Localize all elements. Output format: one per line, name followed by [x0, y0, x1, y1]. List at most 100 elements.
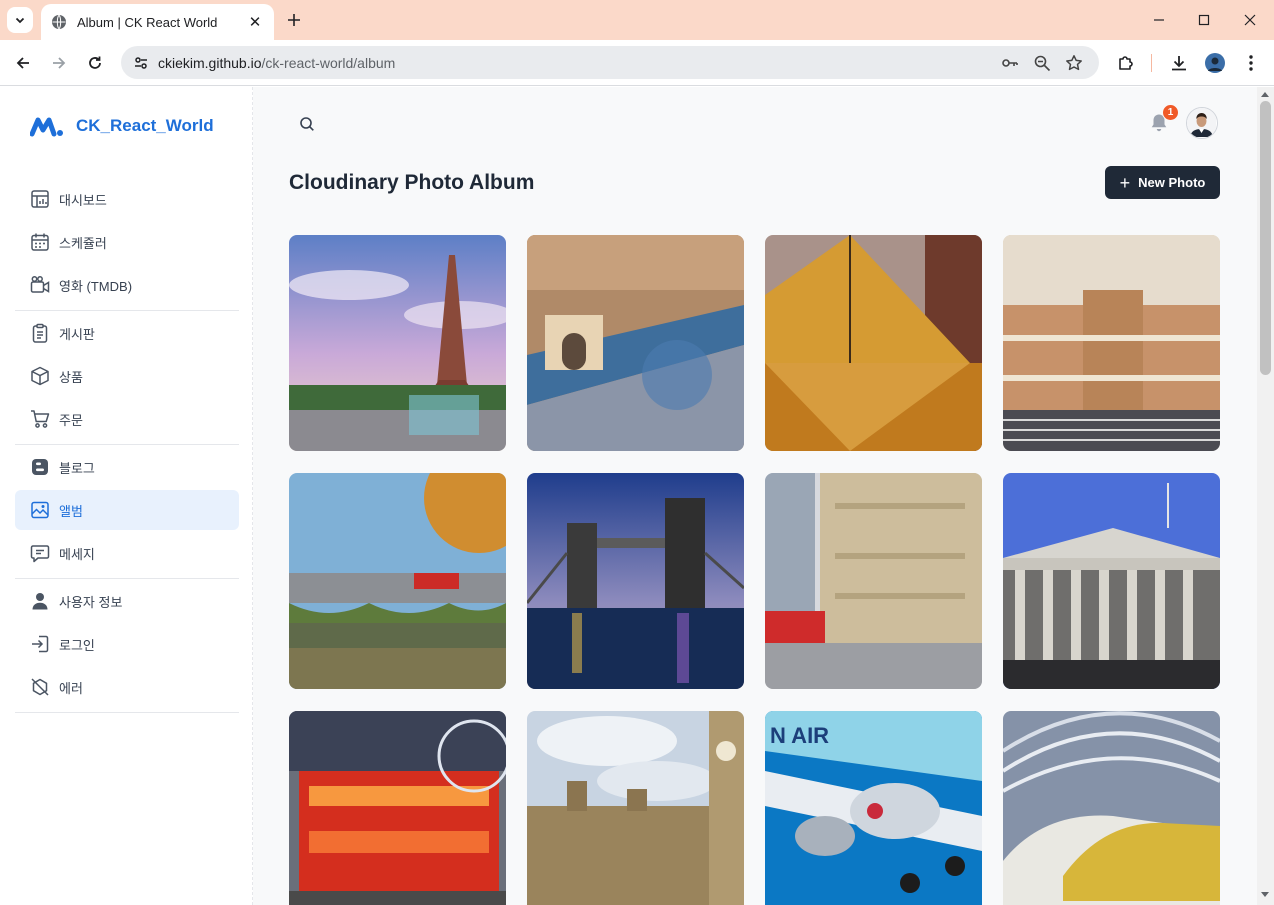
- sidebar-item-label: 메세지: [59, 546, 95, 562]
- search-button[interactable]: [296, 113, 318, 135]
- message-icon: [30, 543, 50, 563]
- new-photo-label: New Photo: [1138, 175, 1206, 190]
- nav-divider: [15, 712, 239, 713]
- photo-red-bus[interactable]: [289, 711, 506, 905]
- page-viewport: CK_React_World 대시보드 스케쥴러 영화 (TMDB) 게시판 상…: [1, 87, 1257, 905]
- page-scrollbar[interactable]: [1257, 87, 1274, 905]
- plus-icon: [288, 14, 300, 26]
- close-icon: [1244, 14, 1256, 26]
- browser-tab-strip: Album | CK React World ✕: [0, 0, 1274, 40]
- globe-icon: [51, 14, 67, 30]
- forward-button[interactable]: [45, 49, 73, 77]
- sidebar-item-label: 로그인: [59, 637, 95, 653]
- photo-tower-bridge[interactable]: [527, 473, 744, 689]
- sidebar-item-label: 대시보드: [59, 192, 107, 208]
- dashboard-icon: [30, 189, 50, 209]
- tab-search-button[interactable]: [7, 7, 33, 33]
- page-title: Cloudinary Photo Album: [289, 171, 535, 194]
- scrollbar-thumb[interactable]: [1260, 101, 1271, 375]
- url-text: ckiekim.github.io/ck-react-world/album: [158, 55, 395, 71]
- avatar[interactable]: [1186, 107, 1218, 139]
- scroll-up-icon[interactable]: [1261, 92, 1269, 97]
- sidebar: CK_React_World 대시보드 스케쥴러 영화 (TMDB) 게시판 상…: [1, 87, 253, 905]
- zoom-icon[interactable]: [1031, 52, 1053, 74]
- new-tab-button[interactable]: [282, 8, 306, 32]
- download-icon[interactable]: [1167, 51, 1191, 75]
- chevron-down-icon: [15, 17, 25, 24]
- photo-versailles[interactable]: [1003, 235, 1220, 451]
- main-content: 1 Cloudinary Photo Album + New Photo N A…: [254, 87, 1257, 905]
- key-icon[interactable]: [999, 52, 1021, 74]
- photo-louvre-pyramid[interactable]: [765, 235, 982, 451]
- site-info-icon[interactable]: [131, 53, 151, 73]
- sidebar-item-movie[interactable]: 영화 (TMDB): [15, 265, 239, 305]
- profile-avatar-browser[interactable]: [1203, 51, 1227, 75]
- blogger-icon: [30, 457, 50, 477]
- sidebar-item-message[interactable]: 메세지: [15, 533, 239, 573]
- tab-title: Album | CK React World: [77, 14, 218, 30]
- minimize-button[interactable]: [1136, 0, 1182, 40]
- sidebar-item-label: 스케쥴러: [59, 235, 107, 251]
- minimize-icon: [1154, 19, 1164, 21]
- close-window-button[interactable]: [1227, 0, 1273, 40]
- nav-group-commerce: 게시판 상품 주문: [15, 313, 239, 442]
- sidebar-item-album[interactable]: 앨범: [15, 490, 239, 530]
- sidebar-item-blog[interactable]: 블로그: [15, 447, 239, 487]
- address-bar[interactable]: ckiekim.github.io/ck-react-world/album: [121, 46, 1099, 79]
- sidebar-item-label: 게시판: [59, 326, 95, 342]
- sidebar-item-label: 영화 (TMDB): [59, 278, 133, 294]
- arrow-right-icon: [53, 57, 66, 69]
- nav-group-content: 블로그 앨범 메세지: [15, 447, 239, 576]
- calendar-icon: [30, 232, 50, 252]
- sidebar-item-products[interactable]: 상품: [15, 356, 239, 396]
- maximize-button[interactable]: [1181, 0, 1227, 40]
- photo-london-street[interactable]: [765, 473, 982, 689]
- image-icon: [30, 500, 50, 520]
- photo-british-museum[interactable]: [1003, 473, 1220, 689]
- sidebar-item-scheduler[interactable]: 스케쥴러: [15, 222, 239, 262]
- user-avatar-image: [1187, 108, 1216, 137]
- more-vert-icon[interactable]: [1239, 51, 1263, 75]
- extensions-icon[interactable]: [1114, 51, 1138, 75]
- star-icon[interactable]: [1063, 52, 1085, 74]
- scroll-down-icon[interactable]: [1261, 892, 1269, 897]
- browser-tab-active[interactable]: Album | CK React World ✕: [41, 4, 274, 40]
- brand-name: CK_React_World: [76, 116, 214, 135]
- url-path: /ck-react-world/album: [261, 54, 396, 71]
- sidebar-item-label: 사용자 정보: [59, 594, 123, 610]
- photo-eurostar[interactable]: [1003, 711, 1220, 905]
- search-icon: [300, 117, 314, 131]
- nav-divider: [15, 444, 239, 445]
- error-icon: [30, 677, 50, 697]
- photo-westminster-bridge[interactable]: [289, 473, 506, 689]
- photo-big-ben[interactable]: [527, 711, 744, 905]
- sidebar-item-label: 주문: [59, 412, 83, 428]
- photo-eiffel-tower[interactable]: [289, 235, 506, 451]
- nav-divider: [15, 578, 239, 579]
- sidebar-item-label: 상품: [59, 369, 83, 385]
- sidebar-item-error[interactable]: 에러: [15, 667, 239, 707]
- login-icon: [30, 634, 50, 654]
- photo-paris-aerial[interactable]: [527, 235, 744, 451]
- reload-icon: [89, 56, 101, 69]
- arrow-left-icon: [16, 57, 29, 69]
- brand[interactable]: CK_React_World: [30, 115, 214, 137]
- photo-korean-air[interactable]: N AIR: [765, 711, 982, 905]
- sidebar-item-orders[interactable]: 주문: [15, 399, 239, 439]
- nav-divider: [15, 310, 239, 311]
- nav-group-main: 대시보드 스케쥴러 영화 (TMDB): [15, 179, 239, 308]
- sidebar-item-user-info[interactable]: 사용자 정보: [15, 581, 239, 621]
- url-host: ckiekim.github.io: [158, 54, 262, 71]
- tab-close-icon[interactable]: ✕: [246, 13, 264, 31]
- sidebar-item-dashboard[interactable]: 대시보드: [15, 179, 239, 219]
- reload-button[interactable]: [81, 49, 109, 77]
- browser-toolbar: ckiekim.github.io/ck-react-world/album: [0, 40, 1274, 86]
- back-button[interactable]: [9, 49, 37, 77]
- cart-icon: [30, 409, 50, 429]
- logo-icon: [30, 117, 63, 137]
- sidebar-item-label: 블로그: [59, 460, 95, 476]
- sidebar-item-board[interactable]: 게시판: [15, 313, 239, 353]
- user-icon: [30, 591, 50, 611]
- sidebar-item-login[interactable]: 로그인: [15, 624, 239, 664]
- new-photo-button[interactable]: + New Photo: [1105, 166, 1220, 199]
